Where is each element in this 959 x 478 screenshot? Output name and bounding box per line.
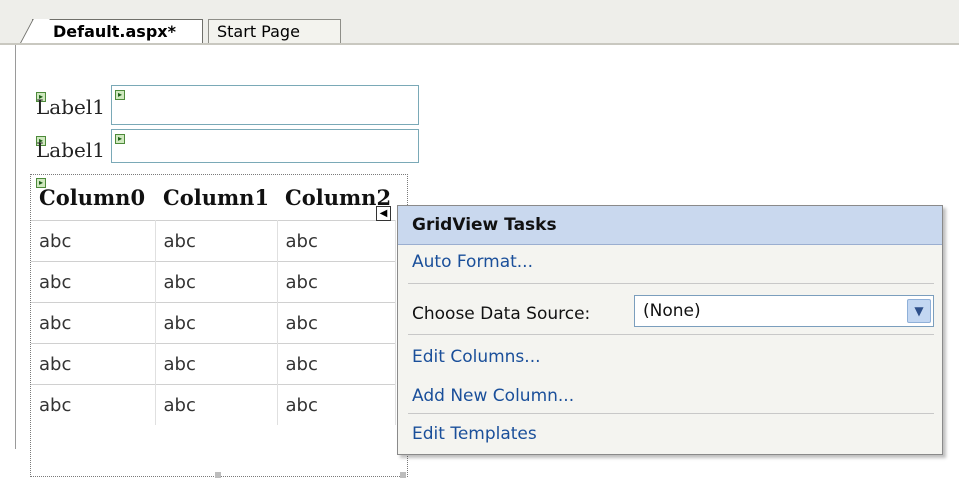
design-surface: ▸ Label1 ▸ ▸ Label1 ▸ ▸ Column0 Column1 … [0,45,959,478]
tasks-panel-title: GridView Tasks [398,206,942,245]
gridview-header-row: Column0 Column1 Column2 [31,175,395,221]
data-source-dropdown[interactable]: (None) ▼ [634,295,934,327]
textbox-1[interactable] [111,85,419,125]
table-cell: abc [277,261,396,303]
separator [408,334,934,335]
column-header[interactable]: Column0 [31,175,155,221]
smart-tag-arrow-icon[interactable]: ◀ [376,206,391,221]
table-cell: abc [31,384,156,425]
textbox-2[interactable] [111,129,419,163]
auto-format-link[interactable]: Auto Format... [412,252,533,272]
edit-columns-link[interactable]: Edit Columns... [412,347,541,367]
data-source-value: (None) [643,301,701,321]
document-tab-bar: Default.aspx* Start Page [0,0,959,45]
separator [408,413,934,414]
label-2[interactable]: Label1 [36,138,105,162]
table-cell: abc [155,384,278,425]
gridview-table: Column0 Column1 Column2 abc abc abc abc … [31,175,396,425]
add-new-column-link[interactable]: Add New Column... [412,386,574,406]
table-cell: abc [155,343,278,385]
label-1[interactable]: Label1 [36,95,105,119]
choose-data-source-label: Choose Data Source: [412,304,591,324]
column-header[interactable]: Column1 [155,175,277,221]
table-cell: abc [31,343,156,385]
resize-handle[interactable] [215,472,221,478]
table-cell: abc [155,302,278,344]
table-cell: abc [31,220,156,262]
table-cell: abc [277,220,396,262]
gridview[interactable]: ▸ Column0 Column1 Column2 abc abc abc ab… [30,174,408,478]
table-cell: abc [277,343,396,385]
table-cell: abc [277,384,396,425]
table-cell: abc [155,261,278,303]
table-cell: abc [155,220,278,262]
table-row: abc abc abc [31,302,396,344]
gridview-tasks-panel: GridView Tasks Auto Format... Choose Dat… [397,205,943,455]
table-row: abc abc abc [31,343,396,385]
tab-start-page[interactable]: Start Page [208,19,341,44]
table-row: abc abc abc [31,384,396,425]
tab-default-aspx[interactable]: Default.aspx* [32,19,203,45]
edit-templates-link[interactable]: Edit Templates [412,424,537,444]
table-cell: abc [31,302,156,344]
table-cell: abc [277,302,396,344]
resize-handle[interactable] [400,472,406,478]
textbox-control-icon: ▸ [115,134,125,144]
separator [408,283,934,284]
textbox-control-icon: ▸ [115,90,125,100]
table-row: abc abc abc [31,220,396,262]
chevron-down-icon[interactable]: ▼ [907,299,931,323]
design-surface-border [15,45,16,449]
table-row: abc abc abc [31,261,396,303]
table-cell: abc [31,261,156,303]
